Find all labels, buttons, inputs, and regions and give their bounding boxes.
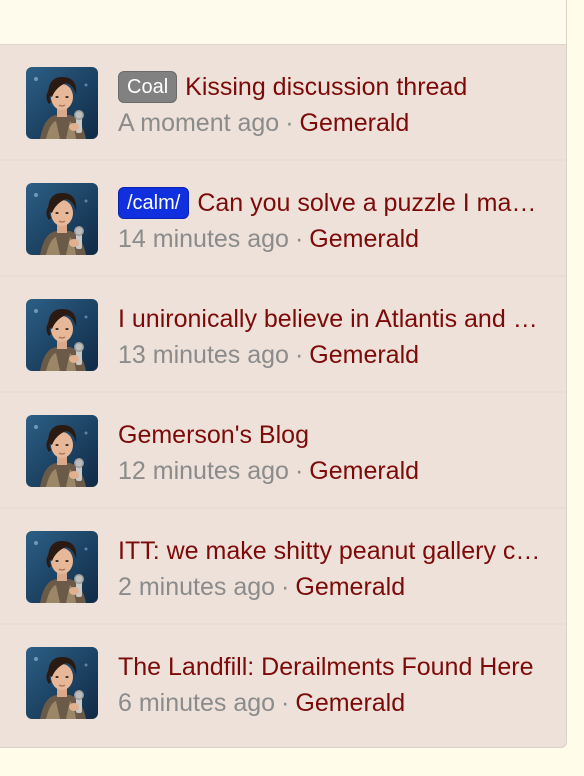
user-avatar-icon[interactable] (26, 183, 98, 255)
thread-timestamp: 6 minutes ago (118, 689, 276, 717)
thread-row[interactable]: Gemerson's Blog 12 minutes ago · Gemerald (0, 393, 566, 509)
thread-row[interactable]: Coal Kissing discussion thread A moment … (0, 45, 566, 161)
thread-row[interactable]: /calm/ Can you solve a puzzle I made? 14… (0, 161, 566, 277)
panel-header (0, 0, 566, 45)
author-link[interactable]: Gemerald (309, 457, 419, 485)
author-link[interactable]: Gemerald (295, 573, 405, 601)
thread-timestamp: A moment ago (118, 109, 280, 137)
meta-separator: · (294, 225, 304, 253)
thread-title-link[interactable]: Can you solve a puzzle I made? (197, 189, 546, 218)
thread-title-link[interactable]: ITT: we make shitty peanut gallery comme… (118, 537, 546, 566)
thread-title-link[interactable]: The Landfill: Derailments Found Here (118, 653, 533, 682)
author-link[interactable]: Gemerald (309, 341, 419, 369)
user-avatar-icon[interactable] (26, 415, 98, 487)
meta-separator: · (294, 457, 304, 485)
user-avatar-icon[interactable] (26, 647, 98, 719)
tag-badge-calm[interactable]: /calm/ (118, 187, 190, 219)
user-avatar-icon[interactable] (26, 299, 98, 371)
thread-list-panel: Coal Kissing discussion thread A moment … (0, 0, 567, 748)
thread-timestamp: 13 minutes ago (118, 341, 289, 369)
meta-separator: · (294, 341, 304, 369)
thread-timestamp: 14 minutes ago (118, 225, 289, 253)
author-link[interactable]: Gemerald (300, 109, 410, 137)
thread-row[interactable]: I unironically believe in Atlantis and L… (0, 277, 566, 393)
user-avatar-icon[interactable] (26, 67, 98, 139)
tag-badge-coal[interactable]: Coal (118, 71, 178, 103)
thread-row[interactable]: The Landfill: Derailments Found Here 6 m… (0, 625, 566, 741)
thread-row[interactable]: ITT: we make shitty peanut gallery comme… (0, 509, 566, 625)
thread-title-link[interactable]: Kissing discussion thread (185, 73, 467, 102)
thread-title-link[interactable]: Gemerson's Blog (118, 421, 309, 450)
thread-timestamp: 2 minutes ago (118, 573, 276, 601)
user-avatar-icon[interactable] (26, 531, 98, 603)
meta-separator: · (281, 573, 290, 601)
thread-title-link[interactable]: I unironically believe in Atlantis and L… (118, 305, 546, 334)
meta-separator: · (281, 689, 290, 717)
thread-timestamp: 12 minutes ago (118, 457, 289, 485)
meta-separator: · (285, 109, 294, 137)
author-link[interactable]: Gemerald (309, 225, 419, 253)
author-link[interactable]: Gemerald (295, 689, 405, 717)
